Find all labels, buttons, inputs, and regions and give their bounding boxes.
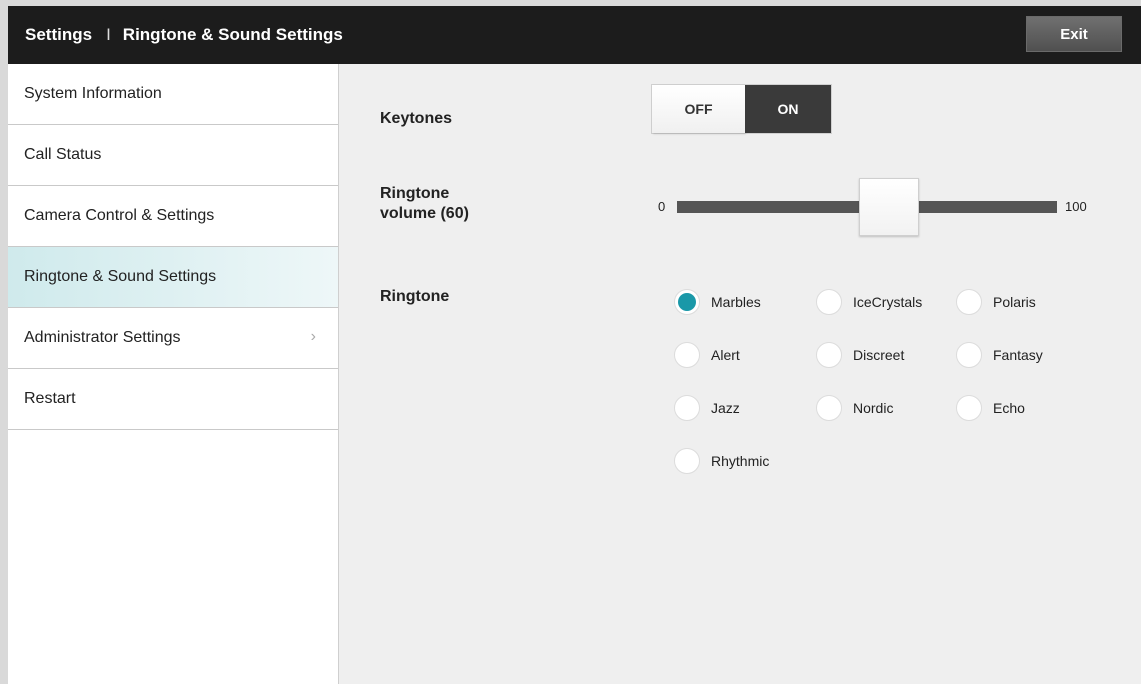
radio-button[interactable] [816,395,842,421]
ringtone-option-rhythmic[interactable]: Rhythmic [674,448,769,474]
radio-button[interactable] [674,395,700,421]
ringtone-option-alert[interactable]: Alert [674,342,740,368]
keytones-label: Keytones [380,110,453,127]
header-title-settings: Settings [25,25,93,44]
radio-button[interactable] [816,289,842,315]
radio-button[interactable] [816,342,842,368]
ringtone-option-label: Rhythmic [711,453,770,469]
sidebar-item-call-status[interactable]: Call Status [8,125,338,186]
sidebar-item-label: Administrator Settings [24,329,181,346]
ringtone-option-label: Fantasy [993,347,1043,363]
volume-label-line1: Ringtone [380,185,450,202]
sidebar-item-ringtone-sound[interactable]: Ringtone & Sound Settings [8,247,338,308]
header-separator: I [106,25,111,44]
ringtone-option-marbles[interactable]: Marbles [674,289,761,315]
radio-button[interactable] [674,342,700,368]
sidebar-item-restart[interactable]: Restart [8,369,338,430]
sidebar-item-administrator-settings[interactable]: Administrator Settings › [8,308,338,369]
radio-selected-dot [678,293,696,311]
ringtone-option-echo[interactable]: Echo [956,395,1025,421]
ringtone-option-polaris[interactable]: Polaris [956,289,1036,315]
volume-label: Ringtone volume (60) [380,184,469,224]
radio-button[interactable] [956,395,982,421]
keytones-off-button[interactable]: OFF [652,85,745,133]
volume-min-label: 0 [658,199,666,214]
ringtone-option-label: Alert [711,347,740,363]
chevron-right-icon: › [310,328,316,345]
radio-button[interactable] [674,448,700,474]
exit-button[interactable]: Exit [1026,16,1122,52]
header-bar: Settings I Ringtone & Sound Settings Exi… [8,6,1141,64]
ringtone-option-label: Discreet [853,347,905,363]
radio-button[interactable] [956,289,982,315]
volume-max-label: 100 [1065,199,1087,214]
ringtone-option-label: Polaris [993,294,1036,310]
sidebar-item-camera-control[interactable]: Camera Control & Settings [8,186,338,247]
ringtone-option-label: IceCrystals [853,294,923,310]
ringtone-option-jazz[interactable]: Jazz [674,395,740,421]
ringtone-option-label: Nordic [853,400,894,416]
ringtone-option-label: Echo [993,400,1025,416]
main-panel: Keytones OFF ON Ringtone volume (60) 0 1… [340,64,1141,684]
settings-window: Settings I Ringtone & Sound Settings Exi… [8,6,1141,684]
sidebar-item-label: System Information [24,85,162,102]
ringtone-option-label: Jazz [711,400,740,416]
sidebar-item-label: Call Status [24,146,102,163]
sidebar-item-label: Restart [24,390,76,407]
radio-button[interactable] [674,289,700,315]
header-title-page: Ringtone & Sound Settings [122,25,343,44]
ringtone-option-label: Marbles [711,294,761,310]
sidebar: System Information Call Status Camera Co… [8,64,339,684]
ringtone-option-nordic[interactable]: Nordic [816,395,893,421]
ringtone-option-discreet[interactable]: Discreet [816,342,904,368]
volume-label-line2: volume (60) [380,205,469,222]
ringtone-option-icecrystals[interactable]: IceCrystals [816,289,922,315]
keytones-on-button[interactable]: ON [745,85,831,133]
sidebar-item-label: Camera Control & Settings [24,207,215,224]
sidebar-item-label: Ringtone & Sound Settings [24,268,217,285]
ringtone-label: Ringtone [380,288,450,305]
volume-slider-thumb[interactable] [859,178,919,236]
radio-button[interactable] [956,342,982,368]
keytones-toggle[interactable]: OFF ON [651,84,832,134]
sidebar-item-system-information[interactable]: System Information [8,64,338,125]
ringtone-option-fantasy[interactable]: Fantasy [956,342,1043,368]
